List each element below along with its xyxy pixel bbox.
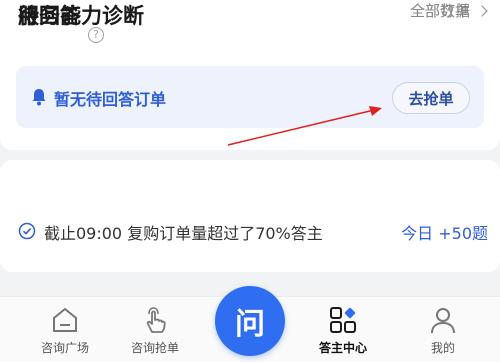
tab-label: 我的 bbox=[430, 341, 455, 355]
tap-hand-icon bbox=[146, 307, 166, 333]
ask-center-button[interactable]: 问 bbox=[215, 286, 285, 356]
notice-text: 暂无待回答订单 bbox=[54, 90, 167, 109]
diagnosis-title: 服务能力诊断 bbox=[18, 4, 144, 28]
grab-order-button[interactable]: 去抢单 bbox=[392, 82, 470, 114]
all-data-label: 全部数据 bbox=[409, 2, 470, 20]
tab-label: 咨询广场 bbox=[40, 341, 89, 355]
chevron-right-icon bbox=[476, 4, 488, 17]
tab-consult-square[interactable]: 咨询广场 bbox=[20, 297, 110, 362]
grid-icon bbox=[330, 307, 356, 333]
diagnosis-card bbox=[0, 160, 500, 272]
tab-label: 咨询抢单 bbox=[130, 341, 179, 355]
today-count[interactable]: 今日 +50题 bbox=[401, 220, 488, 244]
all-data-link[interactable]: 全部数据 bbox=[409, 0, 488, 21]
diagnosis-text: 截止09:00 复购订单量超过了70%答主 bbox=[44, 224, 323, 243]
tab-label: 答主中心 bbox=[318, 341, 367, 355]
check-circle-icon bbox=[18, 222, 36, 240]
notice-box: 暂无待回答订单 去抢单 bbox=[16, 66, 484, 128]
tab-grab-orders[interactable]: 咨询抢单 bbox=[110, 297, 200, 362]
tab-answerer-center[interactable]: 答主中心 bbox=[298, 297, 388, 362]
bell-icon bbox=[32, 89, 46, 106]
diagnosis-row: 截止09:00 复购订单量超过了70%答主 今日 +50题 bbox=[18, 220, 488, 244]
home-icon bbox=[53, 307, 77, 332]
person-icon bbox=[431, 308, 455, 334]
tab-mine[interactable]: 我的 bbox=[398, 297, 488, 362]
